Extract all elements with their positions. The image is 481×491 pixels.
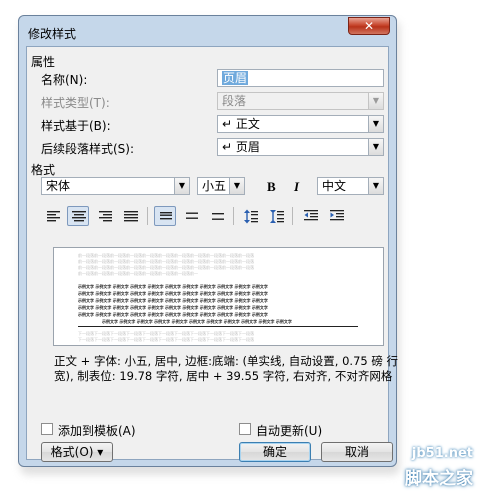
align-right-icon	[99, 211, 112, 222]
auto-update-label: 自动更新(U)	[256, 424, 323, 438]
increase-paragraph-spacing-icon	[244, 209, 258, 224]
preview-sample-text: 示例文字 示例文字 示例文字 示例文字 示例文字 示例文字 示例文字 示例文字 …	[78, 291, 268, 296]
name-label: 名称(N):	[41, 73, 88, 87]
format-menu-button[interactable]: 格式(O) ▾	[41, 442, 113, 462]
script-value: 中文	[322, 179, 347, 193]
toolbar-divider	[292, 207, 293, 225]
preview-sample-text: 示例文字 示例文字 示例文字 示例文字 示例文字 示例文字 示例文字 示例文字 …	[102, 319, 292, 324]
preview-next-paragraph: 下一段落下一段落下一段落下一段落下一段落下一段落下一段落下一段落下一段落下一段落…	[78, 331, 254, 336]
preview-previous-paragraph: 前一段落前一段落前一段落前一段落前一段落前一段落前一段落前一段落前一段落前一段落…	[78, 271, 198, 276]
align-center-button[interactable]	[67, 206, 89, 226]
preview-previous-paragraph: 前一段落前一段落前一段落前一段落前一段落前一段落前一段落前一段落前一段落前一段落…	[78, 265, 254, 270]
chevron-down-icon: ▼	[368, 93, 383, 109]
watermark-name: 脚本之家	[405, 469, 473, 489]
one-half-spacing-icon	[186, 212, 198, 219]
preview-previous-paragraph: 前一段落前一段落前一段落前一段落前一段落前一段落前一段落前一段落前一段落前一段落…	[78, 253, 254, 258]
italic-button[interactable]: I	[286, 176, 308, 196]
decrease-paragraph-spacing-icon	[270, 210, 284, 223]
properties-section-label: 属性	[31, 55, 56, 69]
decrease-indent-icon	[304, 210, 318, 221]
dialog-body: 属性 名称(N): 页眉 样式类型(T): 段落 ▼ 样式基于(B): ↵ 正文…	[26, 46, 398, 462]
style-type-label: 样式类型(T):	[41, 96, 110, 110]
toolbar-divider	[233, 207, 234, 225]
font-size-select[interactable]: 小五 ▼	[197, 177, 245, 195]
double-spacing-button[interactable]	[206, 206, 228, 226]
close-button[interactable]: ✕	[348, 17, 390, 35]
decrease-indent-button[interactable]	[299, 206, 321, 226]
preview-bottom-border	[78, 326, 358, 327]
next-style-label: 后续段落样式(S):	[41, 142, 135, 156]
name-value: 页眉	[222, 71, 249, 85]
preview-sample-text: 示例文字 示例文字 示例文字 示例文字 示例文字 示例文字 示例文字 示例文字 …	[78, 305, 268, 310]
italic-icon: I	[294, 179, 300, 194]
based-on-label: 样式基于(B):	[41, 119, 111, 133]
chevron-down-icon[interactable]: ▼	[368, 116, 383, 132]
preview-next-paragraph: 下一段落下一段落下一段落下一段落下一段落下一段落下一段落下一段落下一段落下一段落…	[78, 337, 254, 342]
add-to-template-label: 添加到模板(A)	[58, 424, 136, 438]
based-on-value: ↵ 正文	[222, 117, 260, 131]
double-spacing-icon	[212, 213, 224, 220]
close-icon: ✕	[363, 19, 375, 33]
decrease-spacing-button[interactable]	[265, 206, 287, 226]
preview-sample-text: 示例文字 示例文字 示例文字 示例文字 示例文字 示例文字 示例文字 示例文字 …	[78, 298, 268, 303]
single-spacing-icon	[160, 212, 172, 220]
based-on-select[interactable]: ↵ 正文 ▼	[217, 115, 384, 133]
bold-icon: B	[267, 179, 276, 194]
chevron-down-icon[interactable]: ▼	[368, 139, 383, 155]
ok-button[interactable]: 确定	[239, 442, 311, 462]
justify-icon	[124, 211, 138, 222]
single-spacing-button[interactable]	[154, 206, 176, 226]
next-style-select[interactable]: ↵ 页眉 ▼	[217, 138, 384, 156]
bold-button[interactable]: B	[260, 176, 282, 196]
title-bar[interactable]: 修改样式 ✕	[19, 16, 396, 44]
chevron-down-icon[interactable]: ▼	[229, 178, 244, 194]
window-title: 修改样式	[28, 27, 77, 41]
one-half-spacing-button[interactable]	[180, 206, 202, 226]
increase-spacing-button[interactable]	[239, 206, 261, 226]
align-left-button[interactable]	[42, 206, 64, 226]
watermark-site: jb51.net	[411, 446, 473, 461]
increase-indent-button[interactable]	[325, 206, 347, 226]
justify-button[interactable]	[119, 206, 141, 226]
auto-update-checkbox[interactable]	[239, 423, 251, 435]
align-center-icon	[72, 211, 86, 222]
align-left-icon	[47, 211, 60, 222]
chevron-down-icon[interactable]: ▼	[174, 178, 189, 194]
next-style-value: ↵ 页眉	[222, 140, 260, 154]
cancel-button[interactable]: 取消	[321, 442, 393, 462]
font-value: 宋体	[46, 179, 71, 193]
preview-sample-text: 示例文字 示例文字 示例文字 示例文字 示例文字 示例文字 示例文字 示例文字 …	[78, 312, 268, 317]
preview-previous-paragraph: 前一段落前一段落前一段落前一段落前一段落前一段落前一段落前一段落前一段落前一段落…	[78, 259, 254, 264]
name-input[interactable]: 页眉	[217, 69, 384, 87]
chevron-down-icon[interactable]: ▼	[368, 178, 383, 194]
font-select[interactable]: 宋体 ▼	[41, 177, 190, 195]
toolbar-divider	[147, 207, 148, 225]
modify-style-dialog: 修改样式 ✕ 属性 名称(N): 页眉 样式类型(T): 段落 ▼ 样式基于(B…	[18, 15, 398, 467]
format-section-label: 格式	[31, 163, 56, 177]
preview-sample-text: 示例文字 示例文字 示例文字 示例文字 示例文字 示例文字 示例文字 示例文字 …	[78, 284, 268, 289]
add-to-template-checkbox[interactable]	[41, 423, 53, 435]
style-description: 正文 + 字体: 小五, 居中, 边框:底端: (单实线, 自动设置, 0.75…	[54, 354, 399, 383]
style-preview: 前一段落前一段落前一段落前一段落前一段落前一段落前一段落前一段落前一段落前一段落…	[53, 247, 384, 346]
style-type-select: 段落 ▼	[217, 92, 384, 110]
style-type-value: 段落	[222, 94, 247, 108]
align-right-button[interactable]	[93, 206, 115, 226]
increase-indent-icon	[330, 210, 344, 221]
script-select[interactable]: 中文 ▼	[317, 177, 384, 195]
font-size-value: 小五	[202, 179, 227, 193]
